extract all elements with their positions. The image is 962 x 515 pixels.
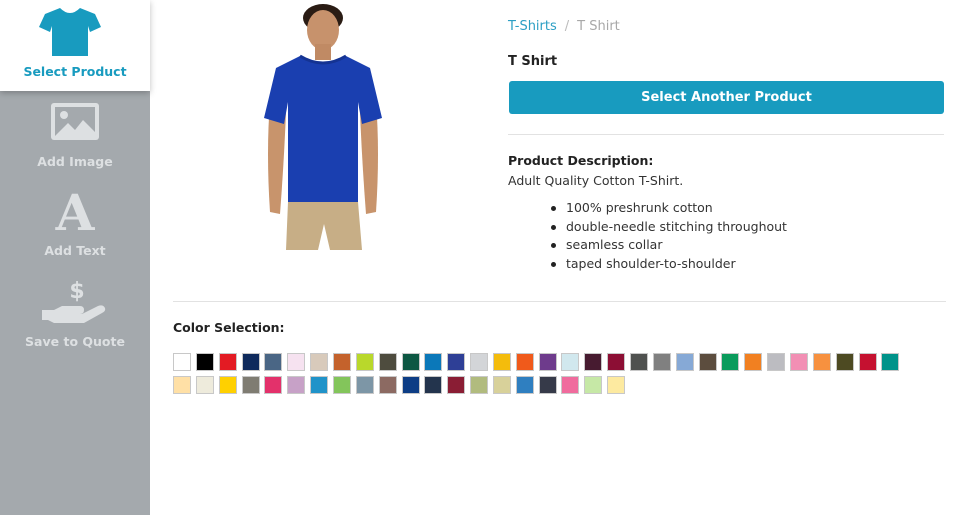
color-swatch[interactable] bbox=[561, 353, 580, 371]
color-swatch[interactable] bbox=[401, 376, 420, 394]
color-swatch[interactable] bbox=[378, 376, 397, 394]
color-swatch[interactable] bbox=[744, 353, 763, 371]
letter-a-icon: A bbox=[55, 188, 96, 234]
color-swatch[interactable] bbox=[218, 376, 237, 394]
color-swatch[interactable] bbox=[881, 353, 900, 371]
color-swatch[interactable] bbox=[195, 353, 214, 371]
feature-list: 100% preshrunk cotton double-needle stit… bbox=[551, 200, 787, 275]
color-swatch[interactable] bbox=[561, 376, 580, 394]
color-swatch[interactable] bbox=[287, 353, 306, 371]
color-swatch[interactable] bbox=[447, 353, 466, 371]
color-swatch[interactable] bbox=[698, 353, 717, 371]
sidebar-item-label: Save to Quote bbox=[25, 334, 125, 349]
product-title: T Shirt bbox=[508, 54, 558, 69]
breadcrumb: T-Shirts / T Shirt bbox=[508, 19, 620, 34]
description-text: Adult Quality Cotton T-Shirt. bbox=[508, 173, 684, 188]
color-swatch[interactable] bbox=[310, 376, 329, 394]
color-swatch[interactable] bbox=[515, 376, 534, 394]
color-swatch[interactable] bbox=[630, 353, 648, 371]
color-swatch[interactable] bbox=[355, 376, 374, 394]
color-swatch[interactable] bbox=[789, 353, 808, 371]
sidebar-item-label: Select Product bbox=[23, 64, 127, 79]
color-swatch[interactable] bbox=[332, 376, 351, 394]
feature-item: taped shoulder-to-shoulder bbox=[551, 256, 787, 275]
feature-item: 100% preshrunk cotton bbox=[551, 200, 787, 219]
color-swatch[interactable] bbox=[767, 353, 786, 371]
sidebar-item-add-text[interactable]: A Add Text bbox=[0, 188, 150, 258]
divider bbox=[508, 134, 944, 135]
color-swatch[interactable] bbox=[424, 376, 443, 394]
color-swatch[interactable] bbox=[173, 376, 191, 394]
color-swatch[interactable] bbox=[264, 353, 283, 371]
color-swatch[interactable] bbox=[195, 376, 214, 394]
color-swatch[interactable] bbox=[607, 376, 626, 394]
color-swatch[interactable] bbox=[424, 353, 443, 371]
color-swatch[interactable] bbox=[332, 353, 351, 371]
color-swatch[interactable] bbox=[218, 353, 237, 371]
breadcrumb-separator: / bbox=[564, 19, 570, 34]
sidebar-item-save-quote[interactable]: $ Save to Quote bbox=[0, 276, 150, 349]
color-swatch[interactable] bbox=[401, 353, 420, 371]
sidebar-item-label: Add Image bbox=[37, 154, 113, 169]
feature-item: seamless collar bbox=[551, 237, 787, 256]
color-swatch[interactable] bbox=[310, 353, 329, 371]
color-swatch[interactable] bbox=[652, 353, 671, 371]
breadcrumb-link-tshirts[interactable]: T-Shirts bbox=[508, 19, 557, 34]
color-swatch[interactable] bbox=[538, 376, 557, 394]
color-swatch[interactable] bbox=[470, 353, 489, 371]
color-swatch[interactable] bbox=[447, 376, 466, 394]
color-swatch[interactable] bbox=[515, 353, 534, 371]
svg-text:$: $ bbox=[69, 279, 84, 304]
color-selection-heading: Color Selection: bbox=[173, 320, 285, 335]
description-heading: Product Description: bbox=[508, 153, 654, 168]
color-swatch[interactable] bbox=[241, 376, 260, 394]
color-swatch[interactable] bbox=[675, 353, 694, 371]
breadcrumb-current: T Shirt bbox=[577, 19, 620, 34]
color-swatch[interactable] bbox=[492, 353, 511, 371]
image-icon bbox=[51, 103, 99, 140]
color-swatch[interactable] bbox=[812, 353, 831, 371]
color-swatch[interactable] bbox=[173, 353, 191, 371]
color-swatch[interactable] bbox=[858, 353, 877, 371]
color-swatch[interactable] bbox=[378, 353, 397, 371]
select-another-product-button[interactable]: Select Another Product bbox=[509, 81, 944, 114]
svg-text:A: A bbox=[55, 188, 96, 234]
color-swatch[interactable] bbox=[241, 353, 260, 371]
feature-item: double-needle stitching throughout bbox=[551, 219, 787, 238]
color-swatch[interactable] bbox=[538, 353, 557, 371]
divider bbox=[173, 301, 946, 302]
sidebar-item-label: Add Text bbox=[44, 243, 106, 258]
sidebar-item-select-product[interactable]: Select Product bbox=[0, 0, 150, 91]
color-swatch[interactable] bbox=[492, 376, 511, 394]
hand-dollar-icon: $ bbox=[42, 279, 106, 323]
color-swatch[interactable] bbox=[835, 353, 854, 371]
color-swatch[interactable] bbox=[584, 353, 603, 371]
color-swatch[interactable] bbox=[607, 353, 626, 371]
sidebar: Select Product Add Image A Add Text $ Sa… bbox=[0, 0, 150, 515]
color-swatch[interactable] bbox=[355, 353, 374, 371]
sidebar-item-add-image[interactable]: Add Image bbox=[0, 102, 150, 169]
color-swatch[interactable] bbox=[584, 376, 603, 394]
color-swatch[interactable] bbox=[264, 376, 283, 394]
color-swatch[interactable] bbox=[470, 376, 489, 394]
product-image bbox=[264, 4, 382, 250]
color-swatch[interactable] bbox=[721, 353, 740, 371]
tshirt-icon bbox=[39, 8, 101, 56]
color-swatch[interactable] bbox=[287, 376, 306, 394]
